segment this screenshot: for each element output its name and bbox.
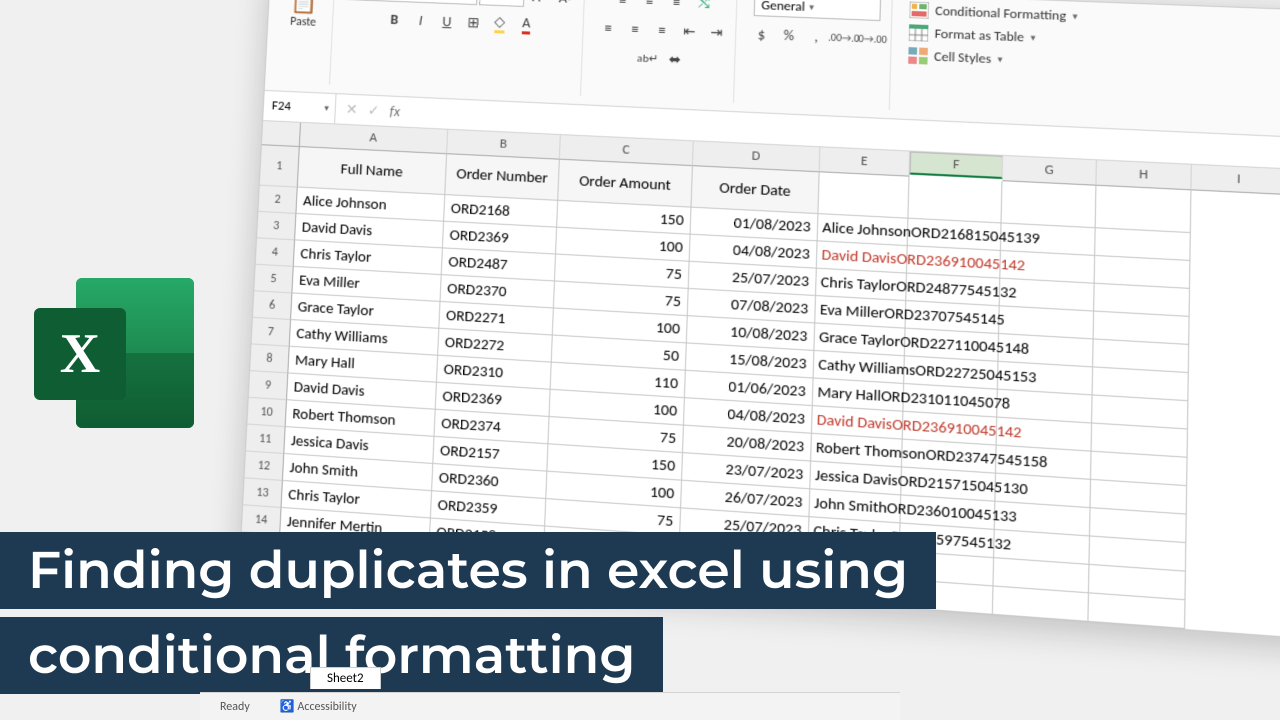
row-number[interactable]: 8 [250, 344, 290, 373]
col-header-f[interactable]: F [910, 152, 1003, 180]
paste-label: Paste [290, 15, 317, 30]
chevron-down-icon: ▾ [324, 103, 329, 114]
row-number[interactable]: 9 [249, 371, 289, 400]
font-color-icon: A [522, 14, 531, 35]
increase-font-icon[interactable]: A▴ [526, 0, 551, 8]
font-name-select[interactable]: Calibri (Body)▾ [346, 0, 478, 5]
align-bottom-icon[interactable]: ≡ [664, 0, 690, 13]
align-left-icon[interactable]: ≡ [596, 16, 622, 39]
accounting-format-icon[interactable]: $ [749, 22, 775, 46]
row-number[interactable]: 11 [246, 425, 286, 454]
merge-button[interactable]: ⬌ [662, 47, 688, 71]
font-color-button[interactable]: A [514, 13, 539, 36]
number-group: General▾ $ % , .00→.0 .0→.00 [740, 0, 892, 110]
alignment-group: ≡ ≡ ≡ ⤭ ≡ ≡ ≡ ⇤ ⇥ ab↵ ⬌ [587, 0, 737, 103]
row-number[interactable]: 1 [260, 145, 300, 187]
clipboard-icon: 📋 [290, 0, 319, 16]
number-format-select[interactable]: General▾ [754, 0, 881, 21]
title-overlay: Finding duplicates in excel using condit… [0, 532, 936, 702]
col-header-i[interactable]: I [1191, 165, 1280, 195]
select-all-corner[interactable] [262, 121, 301, 147]
row-number[interactable]: 10 [247, 398, 287, 427]
align-center-icon[interactable]: ≡ [622, 17, 648, 40]
cell-styles-icon [908, 47, 928, 64]
paste-button[interactable]: 📋 Paste [279, 0, 328, 41]
clipboard-group: 📋 Paste [271, 0, 335, 85]
row-number[interactable]: 5 [254, 265, 293, 294]
fill-color-button[interactable]: ◇ [487, 12, 512, 35]
header-cell[interactable]: Order Date [692, 166, 820, 214]
name-box[interactable]: F24▾ [263, 91, 336, 124]
header-cell[interactable]: Order Amount [558, 160, 693, 208]
cell[interactable] [818, 172, 909, 218]
status-ready: Ready [220, 700, 250, 714]
row-number[interactable]: 14 [242, 505, 282, 535]
increase-decimal-icon[interactable]: .00→.0 [831, 25, 857, 49]
row-number[interactable]: 13 [243, 478, 283, 508]
align-right-icon[interactable]: ≡ [649, 18, 675, 41]
wrap-text-icon[interactable]: ab↵ [635, 46, 661, 70]
styles-group: Conditional Formatting ▾ Format as Table… [896, 0, 1088, 119]
chevron-down-icon: ▾ [1031, 32, 1036, 44]
orientation-icon[interactable]: ⤭ [691, 0, 717, 15]
cell[interactable] [1096, 186, 1192, 233]
sheet-tab-strip: Sheet2 [310, 664, 381, 692]
italic-button[interactable]: I [408, 8, 433, 31]
row-number[interactable]: 6 [253, 291, 293, 320]
row-number[interactable]: 12 [245, 451, 285, 481]
excel-logo: X [34, 278, 199, 433]
cell[interactable] [1088, 593, 1185, 629]
enter-icon[interactable]: ✓ [367, 102, 380, 120]
align-middle-icon[interactable]: ≡ [637, 0, 663, 12]
table-icon [909, 24, 929, 41]
cell[interactable] [908, 177, 1002, 224]
cell[interactable] [993, 587, 1089, 622]
cond-format-icon [909, 2, 929, 19]
title-line-1: Finding duplicates in excel using [0, 532, 936, 609]
decrease-font-icon[interactable]: A▾ [553, 0, 579, 9]
row-number[interactable]: 3 [257, 212, 296, 240]
comma-format-icon[interactable]: , [803, 24, 829, 48]
underline-button[interactable]: U [434, 10, 459, 33]
fx-icon[interactable]: fx [389, 103, 400, 121]
cancel-icon[interactable]: ✕ [345, 101, 358, 119]
font-group: Calibri (Body)▾ 12▾ A▴ A▾ B I U ⊞ ◇ A [336, 0, 585, 96]
row-number[interactable]: 7 [251, 318, 291, 347]
chevron-down-icon: ▾ [1072, 10, 1077, 22]
cell-styles-button[interactable]: Cell Styles ▾ [904, 45, 1007, 70]
increase-indent-icon[interactable]: ⇥ [703, 20, 729, 44]
status-bar: Ready ♿ Accessibility [200, 692, 900, 720]
bold-button[interactable]: B [382, 7, 407, 30]
row-number[interactable]: 2 [258, 186, 297, 214]
percent-format-icon[interactable]: % [776, 23, 802, 47]
sheet-tab[interactable]: Sheet2 [310, 667, 381, 689]
borders-button[interactable]: ⊞ [461, 11, 486, 34]
decrease-indent-icon[interactable]: ⇤ [676, 19, 702, 43]
cell[interactable] [1002, 181, 1097, 228]
decrease-decimal-icon[interactable]: .0→.00 [858, 26, 884, 50]
format-as-table-button[interactable]: Format as Table ▾ [904, 22, 1040, 48]
paint-bucket-icon: ◇ [494, 13, 506, 34]
row-number[interactable]: 4 [256, 238, 295, 267]
header-cell[interactable]: Order Number [445, 154, 560, 201]
font-size-select[interactable]: 12▾ [479, 0, 525, 7]
align-top-icon[interactable]: ≡ [610, 0, 636, 11]
chevron-down-icon: ▾ [998, 53, 1003, 65]
status-accessibility: ♿ Accessibility [280, 699, 357, 714]
